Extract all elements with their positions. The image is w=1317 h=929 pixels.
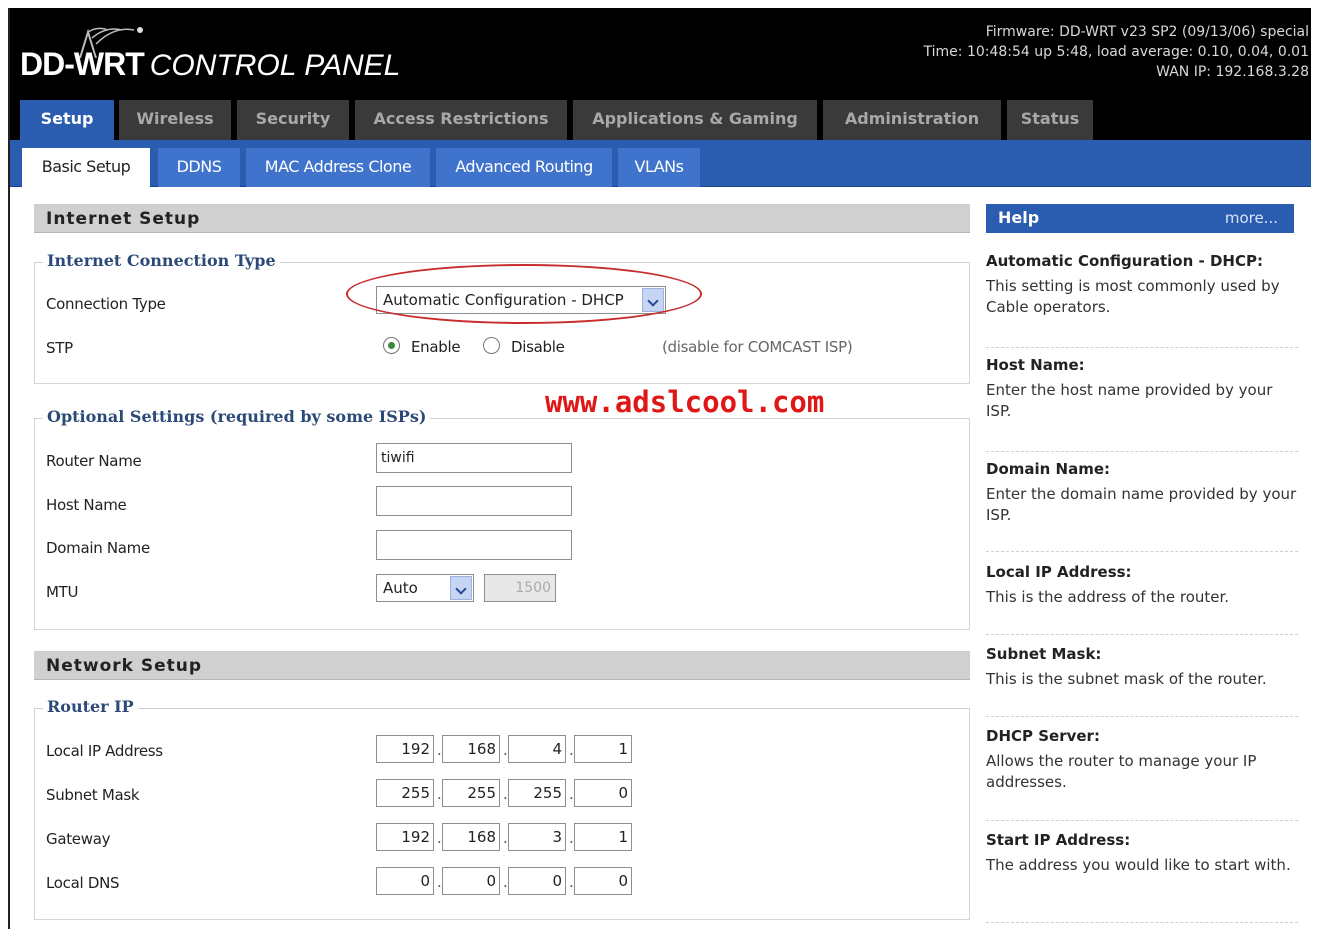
uptime-text: Time: 10:48:54 up 5:48, load average: 0.… <box>923 44 1309 60</box>
gateway-octet-2[interactable]: 168 <box>442 823 500 851</box>
domain-name-label: Domain Name <box>46 539 150 557</box>
help-header: Help more... <box>986 204 1294 233</box>
host-name-input[interactable] <box>376 486 572 516</box>
mtu-select[interactable]: Auto <box>376 574 474 602</box>
main-nav: Setup Wireless Security Access Restricti… <box>10 100 1311 140</box>
dns-octet-1[interactable]: 0 <box>376 867 434 895</box>
router-ip-legend: Router IP <box>43 697 138 716</box>
help-section: Host Name: Enter the host name provided … <box>986 356 1298 452</box>
local-ip-octet-3[interactable]: 4 <box>508 735 566 763</box>
help-section-title: Domain Name: <box>986 460 1111 478</box>
tab-wireless[interactable]: Wireless <box>119 100 231 140</box>
internet-setup-header: Internet Setup <box>34 204 970 233</box>
gateway-label: Gateway <box>46 830 111 848</box>
connection-type-label: Connection Type <box>46 295 166 313</box>
help-section-text: This setting is most commonly used by Ca… <box>986 277 1280 316</box>
help-section-text: The address you would like to start with… <box>986 856 1291 874</box>
logo-text: DD-WRT <box>20 46 145 82</box>
help-section: Subnet Mask: This is the subnet mask of … <box>986 645 1298 717</box>
dns-octet-3[interactable]: 0 <box>508 867 566 895</box>
help-section-title: Subnet Mask: <box>986 645 1102 663</box>
optional-settings-legend: Optional Settings (required by some ISPs… <box>43 407 431 426</box>
help-section-title: Host Name: <box>986 356 1085 374</box>
system-info: Firmware: DD-WRT v23 SP2 (09/13/06) spec… <box>924 22 1309 82</box>
dns-octet-4[interactable]: 0 <box>574 867 632 895</box>
local-ip-octet-2[interactable]: 168 <box>442 735 500 763</box>
stp-label: STP <box>46 339 73 357</box>
mtu-value-input: 1500 <box>484 574 556 602</box>
help-section-text: Enter the host name provided by your ISP… <box>986 381 1273 420</box>
subtab-ddns[interactable]: DDNS <box>158 148 240 187</box>
mtu-label: MTU <box>46 583 79 601</box>
connection-type-legend: Internet Connection Type <box>43 251 280 270</box>
router-ip-group: Router IP <box>34 697 970 920</box>
gateway-octet-3[interactable]: 3 <box>508 823 566 851</box>
subtab-basic-setup[interactable]: Basic Setup <box>22 148 150 187</box>
help-title: Help <box>998 208 1040 227</box>
local-ip-octet-1[interactable]: 192 <box>376 735 434 763</box>
header: DD-WRT CONTROL PANEL Firmware: DD-WRT v23… <box>10 8 1311 100</box>
help-section: Automatic Configuration - DHCP: This set… <box>986 252 1298 348</box>
mtu-mode-value: Auto <box>383 579 418 597</box>
help-section-title: Local IP Address: <box>986 563 1132 581</box>
domain-name-input[interactable] <box>376 530 572 560</box>
help-section-title: Start IP Address: <box>986 831 1131 849</box>
local-ip-octet-4[interactable]: 1 <box>574 735 632 763</box>
local-ip-label: Local IP Address <box>46 742 163 760</box>
host-name-label: Host Name <box>46 496 127 514</box>
help-section-text: Enter the domain name provided by your I… <box>986 485 1297 524</box>
firmware-text: Firmware: DD-WRT v23 SP2 (09/13/06) spec… <box>985 24 1309 40</box>
stp-disable-radio[interactable] <box>483 337 500 354</box>
subnet-octet-3[interactable]: 255 <box>508 779 566 807</box>
tab-security[interactable]: Security <box>237 100 349 140</box>
router-name-input[interactable] <box>376 443 572 473</box>
help-section-title: DHCP Server: <box>986 727 1100 745</box>
help-section: DHCP Server: Allows the router to manage… <box>986 727 1298 821</box>
tab-status[interactable]: Status <box>1007 100 1093 140</box>
stp-enable-radio[interactable] <box>383 337 400 354</box>
wan-ip-text: WAN IP: 192.168.3.28 <box>1156 64 1309 80</box>
dns-octet-2[interactable]: 0 <box>442 867 500 895</box>
help-section-text: Allows the router to manage your IP addr… <box>986 752 1257 791</box>
gateway-octet-4[interactable]: 1 <box>574 823 632 851</box>
tab-access-restrictions[interactable]: Access Restrictions <box>355 100 567 140</box>
stp-note: (disable for COMCAST ISP) <box>662 338 853 356</box>
gateway-octet-1[interactable]: 192 <box>376 823 434 851</box>
help-section: Domain Name: Enter the domain name provi… <box>986 460 1298 552</box>
network-setup-header: Network Setup <box>34 651 970 680</box>
help-section-text: This is the address of the router. <box>986 588 1230 606</box>
help-section: Local IP Address: This is the address of… <box>986 563 1298 635</box>
stp-disable-label: Disable <box>511 338 565 356</box>
subtab-advanced-routing[interactable]: Advanced Routing <box>436 148 612 187</box>
logo: DD-WRT CONTROL PANEL <box>20 46 400 83</box>
tab-administration[interactable]: Administration <box>823 100 1001 140</box>
help-section-title: Automatic Configuration - DHCP: <box>986 252 1263 270</box>
stp-enable-label: Enable <box>411 338 461 356</box>
tab-applications-gaming[interactable]: Applications & Gaming <box>573 100 817 140</box>
subnet-mask-label: Subnet Mask <box>46 786 140 804</box>
subtab-vlans[interactable]: VLANs <box>618 148 700 187</box>
subnet-octet-2[interactable]: 255 <box>442 779 500 807</box>
sub-nav: Basic Setup DDNS MAC Address Clone Advan… <box>10 140 1311 187</box>
page: DD-WRT CONTROL PANEL Firmware: DD-WRT v23… <box>8 8 1311 929</box>
chevron-down-icon[interactable] <box>450 576 472 600</box>
tab-setup[interactable]: Setup <box>20 100 114 140</box>
subnet-octet-1[interactable]: 255 <box>376 779 434 807</box>
subtab-mac-address-clone[interactable]: MAC Address Clone <box>246 148 430 187</box>
router-name-label: Router Name <box>46 452 142 470</box>
watermark: www.adslcool.com <box>545 385 825 419</box>
subnet-octet-4[interactable]: 0 <box>574 779 632 807</box>
help-section: Start IP Address: The address you would … <box>986 831 1298 923</box>
highlight-ellipse <box>346 264 702 324</box>
help-more-link[interactable]: more... <box>1225 204 1278 232</box>
logo-subtitle: CONTROL PANEL <box>149 49 401 82</box>
help-section-text: This is the subnet mask of the router. <box>986 670 1267 688</box>
local-dns-label: Local DNS <box>46 874 120 892</box>
